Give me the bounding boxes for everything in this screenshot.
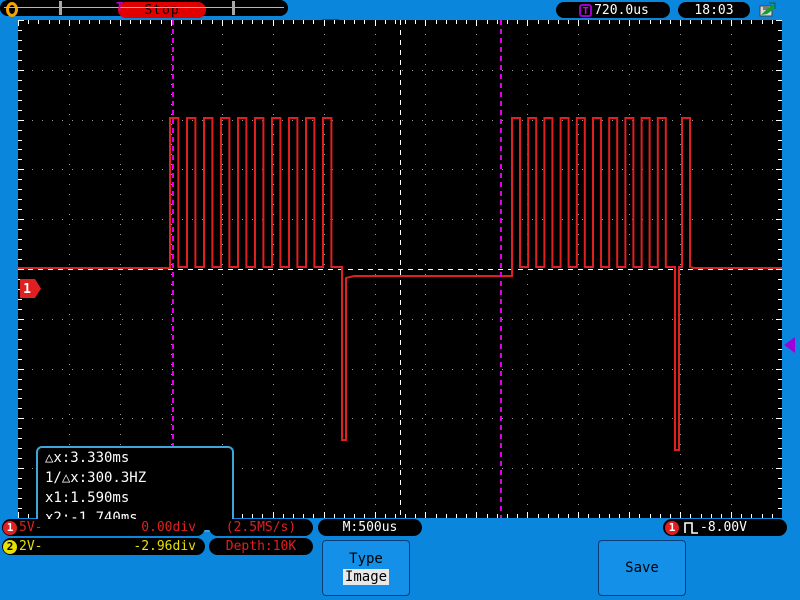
position-bracket-left [59, 1, 62, 15]
ch2-status-box[interactable]: 2 2V- -2.96div [2, 538, 205, 555]
timebase-value: M:500us [342, 520, 398, 535]
usb-save-icon[interactable] [758, 2, 776, 18]
memory-depth-value: Depth:10K [225, 539, 297, 554]
trigger-status-box[interactable]: 1 -8.00V [663, 519, 787, 536]
ch2-voltsdiv: 2V- [19, 539, 43, 554]
cursor-x2-line[interactable] [172, 20, 174, 518]
cursor-x1-line[interactable] [500, 20, 502, 518]
svg-text:1: 1 [23, 282, 31, 297]
trigger-position-value: 720.0us [594, 2, 649, 18]
run-stop-indicator[interactable]: Stop [118, 2, 206, 18]
position-bracket-right [232, 1, 235, 15]
trigger-source-badge: 1 [665, 520, 679, 535]
save-button[interactable]: Save [598, 540, 686, 596]
waveform-plot [18, 20, 782, 518]
oscilloscope-screen: won Stop T T 720.0us 18:03 T [0, 0, 800, 600]
cursor-x1-value: x1:1.590ms [45, 490, 130, 506]
position-bar-line [4, 7, 284, 8]
sample-rate-box: (2.5MS/s) [209, 519, 313, 536]
ch1-status-box[interactable]: 1 5V- 0.00div [2, 519, 205, 536]
trigger-level-value: -8.00V [700, 520, 747, 535]
ch1-badge: 1 [3, 520, 17, 535]
trigger-position-readout: T 720.0us [556, 2, 670, 18]
trigger-T-box-icon: T [579, 3, 593, 17]
memory-depth-box: Depth:10K [209, 538, 313, 555]
save-button-label: Save [625, 560, 659, 576]
save-type-label: Type [349, 551, 383, 567]
falling-edge-icon [684, 522, 698, 534]
cursor-delta-x: △x:3.330ms [45, 450, 130, 466]
owon-logo-text: won [22, 0, 64, 20]
ch1-ground-marker-icon[interactable]: 1 [20, 279, 42, 298]
ch1-offset: 0.00div [141, 520, 196, 535]
position-trigger-marker-icon: T [116, 0, 124, 14]
timebase-box[interactable]: M:500us [318, 519, 422, 536]
ch2-offset: -2.96div [133, 539, 196, 554]
ch2-badge: 2 [3, 539, 17, 554]
top-status-bar: won Stop T T 720.0us 18:03 [0, 0, 800, 20]
cursor-frequency: 1/△x:300.3HZ [45, 470, 147, 486]
waveform-graticule[interactable]: 1 △x:3.330ms 1/△x:300.3HZ x1:1.590ms x2:… [18, 20, 782, 532]
save-type-button[interactable]: Type Image [322, 540, 410, 596]
ch1-voltsdiv: 5V- [19, 520, 43, 535]
clock-readout: 18:03 [678, 2, 750, 18]
trigger-level-right-marker-icon[interactable] [784, 337, 795, 353]
save-type-value: Image [342, 569, 390, 585]
owon-o-ring-icon [6, 2, 18, 17]
sample-rate-value: (2.5MS/s) [225, 520, 297, 535]
